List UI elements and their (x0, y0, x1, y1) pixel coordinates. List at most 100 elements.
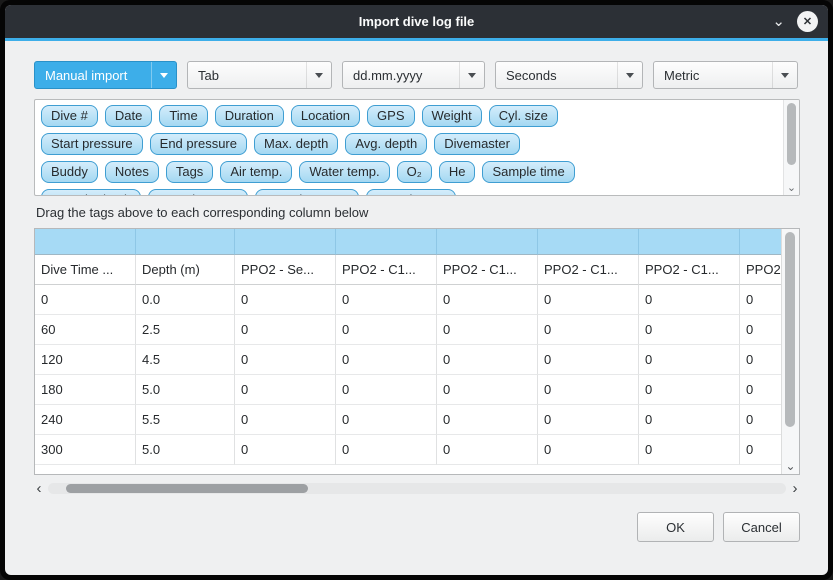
instruction-text: Drag the tags above to each correspondin… (36, 205, 800, 220)
tag-he[interactable]: He (439, 161, 476, 183)
table-cell: 0 (235, 435, 336, 465)
combo-value: Seconds (506, 68, 557, 83)
tag-divemaster[interactable]: Divemaster (434, 133, 520, 155)
tag-dive[interactable]: Dive # (41, 105, 98, 127)
chevron-down-icon (617, 62, 642, 88)
scrollbar-thumb[interactable] (785, 232, 795, 427)
drop-cell[interactable] (437, 229, 538, 255)
hscroll-track[interactable] (48, 483, 786, 494)
table-row: 2405.5000000 (35, 405, 786, 435)
units-select[interactable]: Metric (653, 61, 798, 89)
tag-sample-press[interactable]: Sample press. (255, 189, 358, 195)
table-cell: 300 (35, 435, 136, 465)
scroll-right-icon[interactable]: › (790, 482, 800, 495)
table-cell: 0 (437, 405, 538, 435)
tag-row: Start pressure End pressure Max. depth Avg.… (41, 133, 783, 155)
table-cell: 0 (740, 315, 786, 345)
titlebar-icons: ⌄ ✕ (772, 11, 818, 32)
tag-weight[interactable]: Weight (422, 105, 482, 127)
table-cell: 4.5 (136, 345, 235, 375)
tag-sample-time[interactable]: Sample time (482, 161, 574, 183)
table-cell: 2.5 (136, 315, 235, 345)
tag-end-pressure[interactable]: End pressure (150, 133, 247, 155)
hscroll-thumb[interactable] (66, 484, 308, 493)
field-separator-select[interactable]: Tab (187, 61, 332, 89)
table-cell: 0 (740, 435, 786, 465)
scroll-left-icon[interactable]: ‹ (34, 482, 44, 495)
table-cell: 0 (235, 345, 336, 375)
tag-o[interactable]: O₂ (397, 161, 432, 183)
table-cell: 0 (740, 285, 786, 315)
table-cell: 0 (336, 315, 437, 345)
dialog-content: Manual import Tab dd.mm.yyyy Seconds Met… (5, 41, 828, 575)
window-title: Import dive log file (5, 14, 828, 29)
tag-avg-depth[interactable]: Avg. depth (345, 133, 427, 155)
tag-water-temp[interactable]: Water temp. (299, 161, 389, 183)
column-header: PPO2 - C1... (336, 255, 437, 285)
drop-cell[interactable] (136, 229, 235, 255)
table-cell: 0 (639, 315, 740, 345)
chevron-down-icon (772, 62, 797, 88)
date-format-select[interactable]: dd.mm.yyyy (342, 61, 485, 89)
table-cell: 120 (35, 345, 136, 375)
cancel-button[interactable]: Cancel (723, 512, 800, 542)
tag-row: Buddy Notes Tags Air temp. Water temp. O₂ He Sa… (41, 161, 783, 183)
import-mode-select[interactable]: Manual import (34, 61, 177, 89)
table-cell: 0 (538, 315, 639, 345)
tag-location[interactable]: Location (291, 105, 360, 127)
shade-icon[interactable]: ⌄ (772, 14, 785, 29)
table-cell: 0 (639, 345, 740, 375)
tag-duration[interactable]: Duration (215, 105, 284, 127)
tag-scrollbar[interactable]: ⌄ (783, 100, 799, 195)
tag-area: Dive # Date Time Duration Location GPS Weight C… (34, 99, 800, 196)
table-cell: 0 (538, 345, 639, 375)
column-header: Depth (m) (136, 255, 235, 285)
table-cell: 0 (639, 435, 740, 465)
tag-air-temp[interactable]: Air temp. (220, 161, 292, 183)
tag-row: Sample depth Sample temp. Sample press. Sam… (41, 189, 783, 195)
chevron-down-icon (306, 62, 331, 88)
tag-gps[interactable]: GPS (367, 105, 414, 127)
table-hscrollbar[interactable]: ‹ › (34, 481, 800, 496)
close-button[interactable]: ✕ (797, 11, 818, 32)
drop-cell[interactable] (235, 229, 336, 255)
drop-row (35, 229, 786, 255)
drop-cell[interactable] (538, 229, 639, 255)
table-cell: 0 (437, 315, 538, 345)
tag-sample-po[interactable]: Sample pO₂ (366, 189, 456, 195)
table-cell: 0 (35, 285, 136, 315)
drop-cell[interactable] (639, 229, 740, 255)
tag-sample-depth[interactable]: Sample depth (41, 189, 141, 195)
titlebar[interactable]: Import dive log file ⌄ ✕ (5, 5, 828, 38)
tag-date[interactable]: Date (105, 105, 152, 127)
table-cell: 0 (336, 375, 437, 405)
duration-format-select[interactable]: Seconds (495, 61, 643, 89)
drop-cell[interactable] (35, 229, 136, 255)
scroll-down-icon[interactable]: ⌄ (782, 460, 799, 472)
column-header: PPO2 - C1... (437, 255, 538, 285)
tag-buddy[interactable]: Buddy (41, 161, 98, 183)
table-cell: 0 (235, 285, 336, 315)
scrollbar-thumb[interactable] (787, 103, 796, 165)
chevron-down-icon (459, 62, 484, 88)
table-cell: 5.0 (136, 435, 235, 465)
tag-notes[interactable]: Notes (105, 161, 159, 183)
table-cell: 0 (336, 405, 437, 435)
table-vscrollbar[interactable]: ⌄ (781, 229, 799, 474)
tag-time[interactable]: Time (159, 105, 207, 127)
table-cell: 0 (538, 375, 639, 405)
tag-tags[interactable]: Tags (166, 161, 213, 183)
drop-cell[interactable] (740, 229, 786, 255)
ok-button[interactable]: OK (637, 512, 714, 542)
chevron-down-icon (151, 62, 176, 88)
table-cell: 0 (437, 285, 538, 315)
scroll-down-icon[interactable]: ⌄ (784, 183, 799, 194)
tag-start-pressure[interactable]: Start pressure (41, 133, 143, 155)
tag-max-depth[interactable]: Max. depth (254, 133, 338, 155)
table-cell: 180 (35, 375, 136, 405)
drop-cell[interactable] (336, 229, 437, 255)
tag-cyl-size[interactable]: Cyl. size (489, 105, 558, 127)
table-cell: 0 (235, 315, 336, 345)
column-header: PPO2 (740, 255, 786, 285)
tag-sample-temp[interactable]: Sample temp. (148, 189, 248, 195)
